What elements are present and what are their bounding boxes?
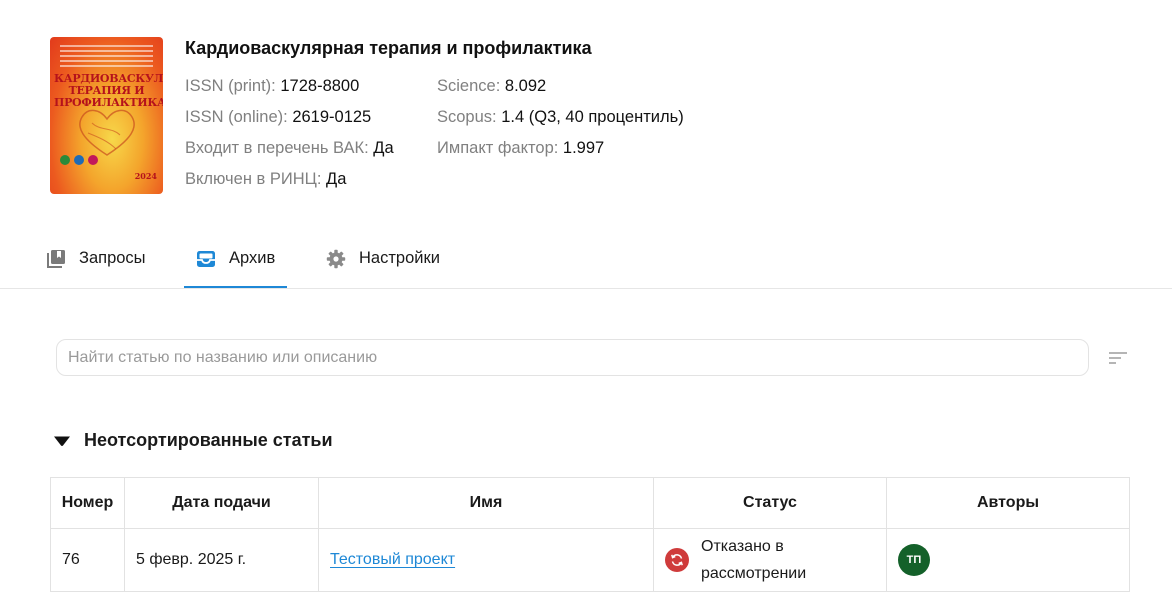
articles-table: Номер Дата подачи Имя Статус Авторы 76 5… bbox=[50, 477, 1130, 592]
meta-value: 1.997 bbox=[562, 139, 605, 157]
meta-value: 8.092 bbox=[504, 77, 547, 95]
search-input[interactable] bbox=[56, 339, 1089, 376]
meta-key: Входит в перечень ВАК: bbox=[185, 139, 369, 157]
cell-name: Тестовый проект bbox=[318, 528, 654, 592]
meta-rinc: Включен в РИНЦ: Да bbox=[185, 170, 346, 189]
meta-scopus: Scopus: 1.4 (Q3, 40 процентиль) bbox=[437, 108, 684, 127]
meta-value: 2619-0125 bbox=[292, 108, 372, 126]
status-rejected-icon bbox=[665, 548, 689, 572]
journal-title: Кардиоваскулярная терапия и профилактика bbox=[185, 38, 592, 58]
tab-bar: Запросы Архив Настройки bbox=[0, 230, 1172, 289]
article-link[interactable]: Тестовый проект bbox=[330, 551, 455, 568]
cover-logo-badge bbox=[60, 155, 70, 165]
meta-value: 1.4 (Q3, 40 процентиль) bbox=[501, 108, 684, 126]
cover-logo-badge bbox=[88, 155, 98, 165]
tab-requests[interactable]: Запросы bbox=[46, 230, 146, 287]
sort-filter-icon[interactable] bbox=[1108, 350, 1128, 366]
meta-impact-factor: Импакт фактор: 1.997 bbox=[437, 139, 604, 158]
tab-label: Архив bbox=[229, 249, 276, 267]
column-header-name[interactable]: Имя bbox=[318, 477, 654, 529]
group-header[interactable]: Неотсортированные статьи bbox=[52, 430, 333, 451]
meta-key: Импакт фактор: bbox=[437, 139, 559, 157]
column-header-date[interactable]: Дата подачи bbox=[124, 477, 319, 529]
author-avatar[interactable]: ТП bbox=[898, 544, 930, 576]
column-header-status[interactable]: Статус bbox=[653, 477, 887, 529]
meta-value: Да bbox=[373, 139, 394, 157]
meta-key: ISSN (online): bbox=[185, 108, 288, 126]
column-header-number[interactable]: Номер bbox=[50, 477, 125, 529]
meta-issn-print: ISSN (print): 1728-8800 bbox=[185, 77, 359, 96]
gear-icon bbox=[326, 249, 346, 269]
requests-icon bbox=[46, 249, 66, 269]
tab-label: Настройки bbox=[359, 249, 440, 267]
meta-key: Включен в РИНЦ: bbox=[185, 170, 322, 188]
cell-status: Отказано в рассмотрении bbox=[653, 528, 887, 592]
meta-value: Да bbox=[326, 170, 347, 188]
status-text: Отказано в рассмотрении bbox=[701, 538, 807, 582]
meta-science: Science: 8.092 bbox=[437, 77, 546, 96]
status: Отказано в рассмотрении bbox=[665, 533, 875, 587]
meta-value: 1728-8800 bbox=[280, 77, 360, 95]
cover-logo-badge bbox=[74, 155, 84, 165]
tab-archive[interactable]: Архив bbox=[183, 230, 288, 288]
meta-vak: Входит в перечень ВАК: Да bbox=[185, 139, 394, 158]
cell-number: 76 bbox=[50, 528, 125, 592]
table-header-row: Номер Дата подачи Имя Статус Авторы bbox=[50, 477, 1130, 529]
tab-label: Запросы bbox=[79, 249, 146, 267]
meta-key: Scopus: bbox=[437, 108, 497, 126]
caret-down-icon bbox=[52, 431, 72, 451]
column-header-authors[interactable]: Авторы bbox=[886, 477, 1130, 529]
cell-authors: ТП bbox=[886, 528, 1130, 592]
meta-issn-online: ISSN (online): 2619-0125 bbox=[185, 108, 371, 127]
cover-year: 2024 bbox=[134, 171, 157, 181]
tab-settings[interactable]: Настройки bbox=[326, 230, 440, 287]
meta-key: ISSN (print): bbox=[185, 77, 276, 95]
cover-heart-illustration bbox=[79, 109, 135, 156]
archive-icon bbox=[196, 249, 216, 269]
group-title: Неотсортированные статьи bbox=[84, 430, 333, 450]
journal-cover-image: КАРДИОВАСКУЛЯРНАЯ ТЕРАПИЯ И ПРОФИЛАКТИКА… bbox=[50, 37, 163, 194]
meta-key: Science: bbox=[437, 77, 501, 95]
table-row[interactable]: 76 5 февр. 2025 г. Тестовый проект Отказ… bbox=[50, 528, 1130, 592]
cover-header-lines bbox=[60, 45, 153, 70]
cell-date: 5 февр. 2025 г. bbox=[124, 528, 319, 592]
